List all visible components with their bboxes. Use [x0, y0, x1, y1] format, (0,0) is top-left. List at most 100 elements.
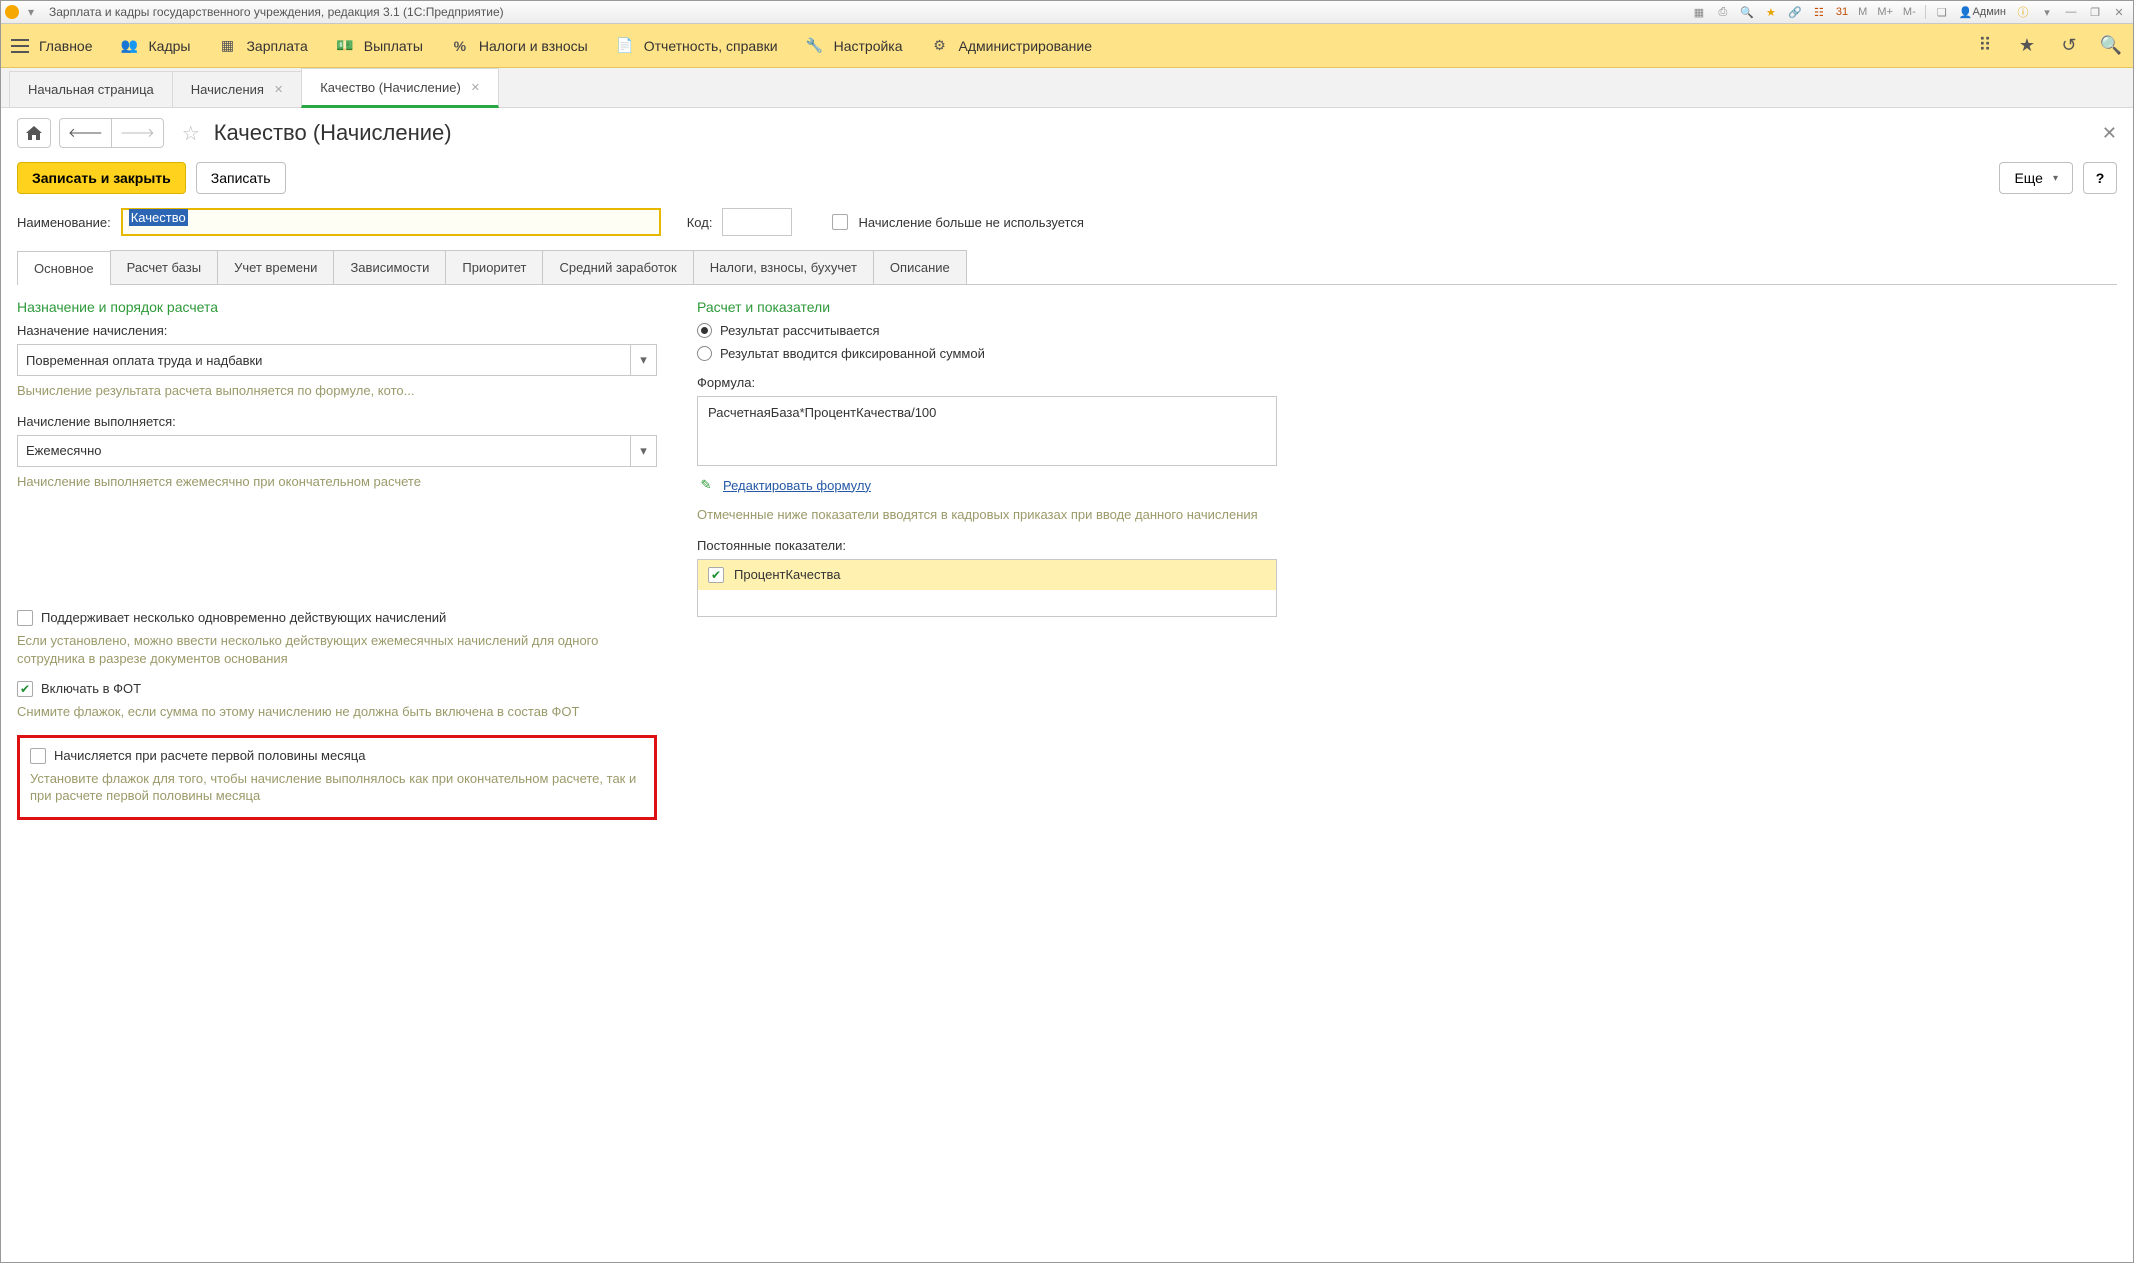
perform-label: Начисление выполняется:: [17, 414, 657, 429]
menu-item-settings[interactable]: 🔧 Настройка: [806, 37, 903, 55]
firsthalf-checkbox[interactable]: [30, 748, 46, 764]
menu-item-label: Главное: [39, 38, 93, 54]
tab-close-icon[interactable]: ✕: [274, 83, 283, 96]
tab-accruals[interactable]: Начисления ✕: [172, 71, 302, 107]
chevron-down-icon[interactable]: ▾: [630, 345, 656, 375]
menu-icon: [11, 37, 29, 55]
tab-label: Начисления: [191, 82, 264, 97]
tab-quality-accrual[interactable]: Качество (Начисление) ✕: [301, 68, 499, 108]
fot-checkbox[interactable]: ✔: [17, 681, 33, 697]
assign-hint: Вычисление результата расчета выполняетс…: [17, 382, 657, 400]
home-icon: [26, 126, 42, 140]
page-close-button[interactable]: ✕: [2102, 123, 2117, 144]
app-menu-dropdown[interactable]: ▾: [25, 6, 37, 18]
formula-label: Формула:: [697, 375, 1337, 390]
code-input[interactable]: [722, 208, 792, 236]
window-restore-button[interactable]: ❐: [2085, 4, 2105, 20]
indicators-hint: Отмеченные ниже показатели вводятся в ка…: [697, 506, 1337, 524]
menu-item-admin[interactable]: ⚙ Администрирование: [931, 37, 1093, 55]
history-icon[interactable]: ↺: [2057, 34, 2081, 58]
assign-dropdown-value: Повременная оплата труда и надбавки: [18, 353, 630, 368]
nav-forward-button[interactable]: 🡒: [111, 118, 164, 148]
tab-close-icon[interactable]: ✕: [471, 81, 480, 94]
firsthalf-highlight-box: Начисляется при расчете первой половины …: [17, 735, 657, 820]
assign-dropdown[interactable]: Повременная оплата труда и надбавки ▾: [17, 344, 657, 376]
multiple-checkbox[interactable]: [17, 610, 33, 626]
inner-tab-desc[interactable]: Описание: [873, 250, 967, 284]
window-minimize-button[interactable]: —: [2061, 4, 2081, 20]
result-calc-radio[interactable]: [697, 323, 712, 338]
result-fixed-radio[interactable]: [697, 346, 712, 361]
menu-item-taxes[interactable]: % Налоги и взносы: [451, 37, 588, 55]
save-and-close-button[interactable]: Записать и закрыть: [17, 162, 186, 194]
tb-mplus-button[interactable]: M+: [1874, 4, 1896, 20]
tab-label: Качество (Начисление): [320, 80, 461, 95]
formula-value: РасчетнаяБаза*ПроцентКачества/100: [708, 405, 936, 420]
money-icon: 💵: [336, 37, 354, 55]
tb-icon-1[interactable]: ▦: [1689, 4, 1709, 20]
multiple-hint: Если установлено, можно ввести несколько…: [17, 632, 657, 667]
tb-info-icon[interactable]: ⓘ: [2013, 4, 2033, 20]
star-icon[interactable]: ★: [2015, 34, 2039, 58]
inner-tab-main[interactable]: Основное: [17, 251, 111, 285]
menu-item-reports[interactable]: 📄 Отчетность, справки: [616, 37, 778, 55]
tb-info-dd[interactable]: ▾: [2037, 4, 2057, 20]
perform-dropdown-value: Ежемесячно: [18, 443, 630, 458]
tb-mminus-button[interactable]: M-: [1900, 4, 1919, 20]
tab-start-page[interactable]: Начальная страница: [9, 71, 173, 107]
doc-icon: 📄: [616, 37, 634, 55]
edit-formula-link[interactable]: Редактировать формулу: [723, 478, 871, 493]
inner-tab-deps[interactable]: Зависимости: [333, 250, 446, 284]
indicator-row[interactable]: ✔ ПроцентКачества: [698, 560, 1276, 590]
page-title: Качество (Начисление): [214, 120, 452, 146]
favorite-star-icon[interactable]: ☆: [182, 121, 200, 146]
window-title: Зарплата и кадры государственного учрежд…: [49, 5, 504, 19]
content-area: 🡐 🡒 ☆ Качество (Начисление) ✕ Записать и…: [1, 108, 2133, 1262]
window-close-button[interactable]: ✕: [2109, 4, 2129, 20]
inner-tab-avg[interactable]: Средний заработок: [542, 250, 693, 284]
inner-tabs: Основное Расчет базы Учет времени Зависи…: [17, 250, 2117, 285]
indicator-checkbox[interactable]: ✔: [708, 567, 724, 583]
perform-hint: Начисление выполняется ежемесячно при ок…: [17, 473, 657, 491]
gear-icon: ⚙: [931, 37, 949, 55]
search-icon[interactable]: 🔍: [2099, 34, 2123, 58]
inner-tab-time[interactable]: Учет времени: [217, 250, 334, 284]
inner-tab-taxes[interactable]: Налоги, взносы, бухучет: [693, 250, 874, 284]
document-tabs: Начальная страница Начисления ✕ Качество…: [1, 68, 2133, 108]
save-button[interactable]: Записать: [196, 162, 286, 194]
apps-icon[interactable]: ⠿: [1973, 34, 1997, 58]
multiple-checkbox-label: Поддерживает несколько одновременно дейс…: [41, 610, 446, 625]
tb-calendar-31-icon[interactable]: 31: [1833, 4, 1851, 20]
tb-print-icon[interactable]: ⎙: [1713, 4, 1733, 20]
firsthalf-hint: Установите флажок для того, чтобы начисл…: [30, 770, 644, 805]
tb-link-icon[interactable]: 🔗: [1785, 4, 1805, 20]
formula-input[interactable]: РасчетнаяБаза*ПроцентКачества/100: [697, 396, 1277, 466]
menu-item-main[interactable]: Главное: [11, 37, 93, 55]
perform-dropdown[interactable]: Ежемесячно ▾: [17, 435, 657, 467]
nav-back-button[interactable]: 🡐: [59, 118, 111, 148]
name-input[interactable]: Качество: [121, 208, 661, 236]
menu-item-hr[interactable]: 👥 Кадры: [121, 37, 191, 55]
tb-calendar-icon[interactable]: ☷: [1809, 4, 1829, 20]
inner-tab-base[interactable]: Расчет базы: [110, 250, 219, 284]
fot-hint: Снимите флажок, если сумма по этому начи…: [17, 703, 657, 721]
more-button[interactable]: Еще: [1999, 162, 2073, 194]
assign-label: Назначение начисления:: [17, 323, 657, 338]
inner-tab-priority[interactable]: Приоритет: [445, 250, 543, 284]
menu-item-salary[interactable]: ▦ Зарплата: [218, 37, 307, 55]
menu-item-payments[interactable]: 💵 Выплаты: [336, 37, 423, 55]
percent-icon: %: [451, 37, 469, 55]
nav-home-button[interactable]: [17, 118, 51, 148]
main-menu: Главное 👥 Кадры ▦ Зарплата 💵 Выплаты % Н…: [1, 24, 2133, 68]
section-purpose: Назначение и порядок расчета: [17, 299, 657, 315]
tb-user-icon[interactable]: 👤 Админ: [1956, 4, 2009, 20]
disabled-checkbox[interactable]: [832, 214, 848, 230]
tb-search-icon[interactable]: 🔍: [1737, 4, 1757, 20]
tb-favorite-icon[interactable]: ★: [1761, 4, 1781, 20]
chevron-down-icon[interactable]: ▾: [630, 436, 656, 466]
pencil-icon: ✎: [697, 476, 715, 494]
tb-panel-icon[interactable]: ❏: [1932, 4, 1952, 20]
tb-m-button[interactable]: M: [1855, 4, 1870, 20]
help-button[interactable]: ?: [2083, 162, 2117, 194]
menu-item-label: Кадры: [149, 38, 191, 54]
